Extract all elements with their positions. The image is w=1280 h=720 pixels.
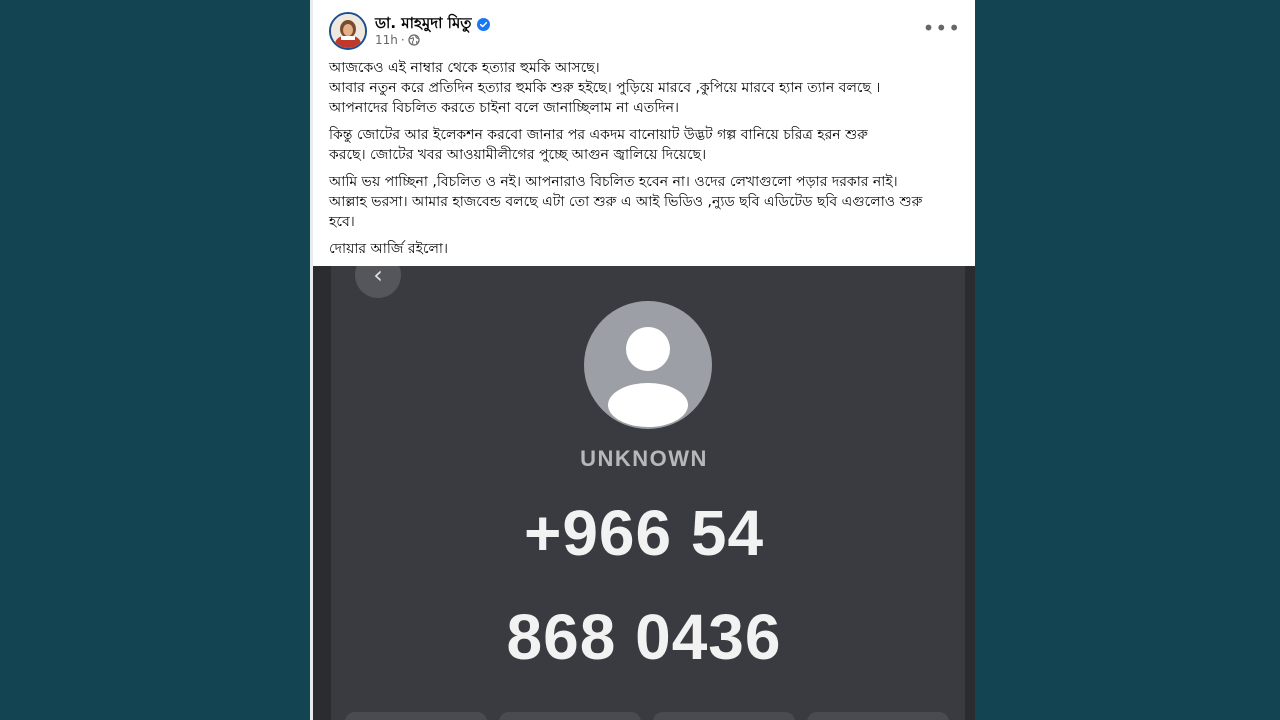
post-paragraph: দোয়ার আর্জি রইলো।: [329, 239, 959, 259]
post-line: আজকেও এই নাম্বার থেকে হত্যার হুমকি আসছে।: [329, 60, 600, 76]
post-time[interactable]: 11h: [375, 33, 398, 47]
verified-badge-icon: [476, 18, 490, 31]
post-line: দোয়ার আর্জি রইলো।: [329, 241, 448, 257]
post-line: হবে।: [329, 214, 355, 230]
post-photo[interactable]: ‹ UNKNOWN +966 54 868 0436: [313, 266, 975, 720]
more-options-icon[interactable]: •••: [923, 18, 961, 38]
post-line: আবার নতুন করে প্রতিদিন হত্যার হুমকি শুরু…: [329, 80, 881, 96]
post-meta: 11h ·: [375, 33, 420, 47]
globe-icon: [408, 34, 420, 46]
post-paragraph: কিন্তু জোটের আর ইলেকশন করবো জানার পর একদ…: [329, 125, 959, 165]
post-line: কিন্তু জোটের আর ইলেকশন করবো জানার পর একদ…: [329, 127, 868, 143]
post-header: ডা. মাহমুদা মিতু 11h · •••: [313, 0, 975, 60]
post-paragraph: আজকেও এই নাম্বার থেকে হত্যার হুমকি আসছে।…: [329, 58, 959, 118]
author-portrait-icon: [331, 14, 365, 48]
post-paragraph: আমি ভয় পাচ্ছিনা ,বিচলিত ও নই। আপনারাও ব…: [329, 172, 959, 232]
call-action-button: [807, 712, 949, 720]
call-action-button: [499, 712, 641, 720]
meta-separator: ·: [400, 33, 405, 47]
post-line: করছে। জোটের খবর আওয়ামীলীগের পুচ্ছে আগুন…: [329, 147, 707, 163]
phone-number-line-1: +966 54: [523, 497, 765, 569]
call-action-button: [345, 712, 487, 720]
author-avatar[interactable]: [329, 12, 367, 50]
facebook-post-card: ডা. মাহমুদা মিতু 11h · ••• আজকেও এই নাম্…: [313, 0, 975, 720]
call-action-button: [653, 712, 795, 720]
caller-avatar-icon: [584, 301, 712, 429]
post-line: আপনাদের বিচলিত করতে চাইনা বলে জানাচ্ছিলা…: [329, 100, 679, 116]
post-text: আজকেও এই নাম্বার থেকে হত্যার হুমকি আসছে।…: [329, 58, 959, 266]
post-line: আমি ভয় পাচ্ছিনা ,বিচলিত ও নই। আপনারাও ব…: [329, 174, 898, 190]
person-silhouette-icon: [608, 327, 688, 427]
phone-number-line-2: 868 0436: [506, 601, 782, 673]
post-line: আল্লাহ ভরসা। আমার হাজবেন্ড বলছে এটা তো শ…: [329, 194, 923, 210]
caller-name: UNKNOWN: [580, 446, 708, 471]
